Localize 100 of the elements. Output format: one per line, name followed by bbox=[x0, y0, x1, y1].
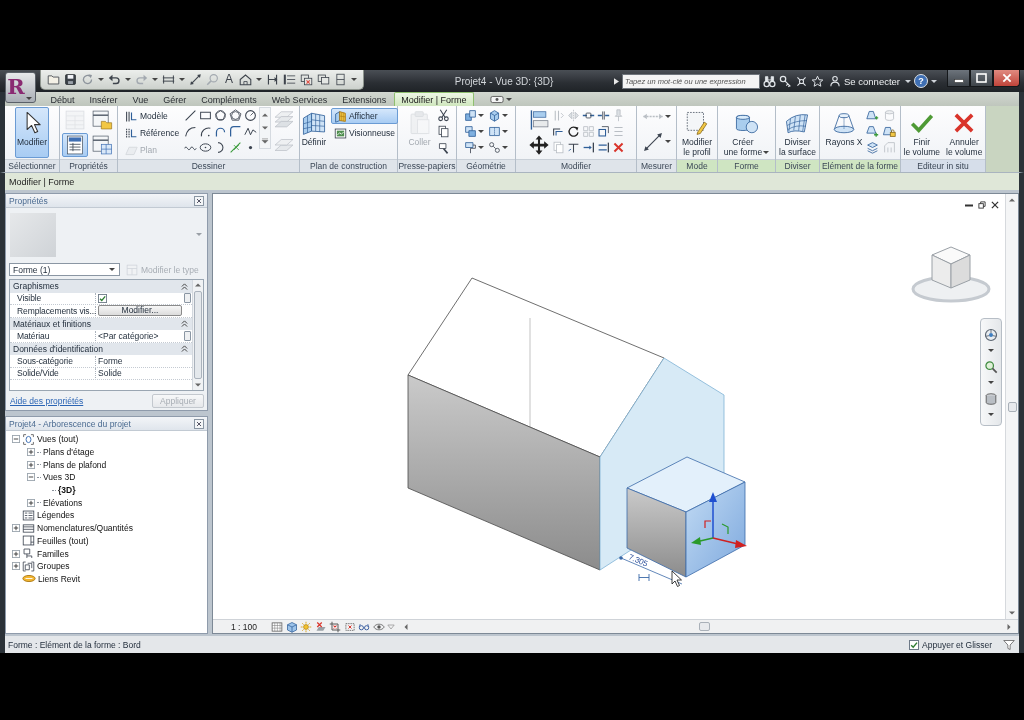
ribbon-tab[interactable]: Modifier | Forme bbox=[393, 92, 475, 106]
caret-icon[interactable] bbox=[665, 140, 671, 144]
tree-item[interactable]: Liens Revit bbox=[38, 573, 81, 584]
scissors-icon[interactable] bbox=[436, 108, 450, 122]
crossed-circle-icon[interactable] bbox=[795, 74, 808, 88]
steering-wheel-icon[interactable] bbox=[984, 327, 998, 342]
ribbon-button[interactable]: Rayons X bbox=[823, 107, 865, 158]
maximize-button[interactable] bbox=[970, 70, 993, 87]
trim-lines-icon[interactable] bbox=[596, 141, 610, 154]
ribbon-button[interactable]: Finir le volume bbox=[901, 107, 942, 158]
windows-icon[interactable] bbox=[317, 73, 330, 86]
caret-icon[interactable] bbox=[905, 79, 911, 83]
ellipse-icon[interactable] bbox=[199, 141, 213, 154]
caret-icon[interactable] bbox=[988, 349, 994, 353]
ribbon-tab[interactable]: Compléments bbox=[193, 92, 265, 106]
move-gizmo-icon[interactable] bbox=[691, 492, 747, 548]
tree-item[interactable]: Groupes bbox=[37, 561, 70, 572]
close-icon[interactable] bbox=[194, 418, 204, 429]
arc-icon[interactable] bbox=[214, 125, 228, 138]
ribbon-button[interactable]: Annuler le volume bbox=[944, 107, 985, 158]
panel-toggle-icon[interactable] bbox=[490, 94, 505, 104]
tree-item[interactable]: Plans de plafond bbox=[43, 459, 107, 470]
ribbon-button[interactable]: Visionneuse bbox=[330, 125, 399, 141]
dimension-icon[interactable] bbox=[189, 73, 202, 86]
star-icon[interactable] bbox=[811, 74, 824, 88]
layers-icon[interactable] bbox=[866, 141, 880, 154]
expand-icon[interactable] bbox=[27, 448, 35, 457]
save-icon[interactable] bbox=[64, 73, 77, 86]
ribbon-button[interactable]: Diviser la surface bbox=[777, 107, 818, 158]
scroll-thumb[interactable] bbox=[194, 291, 202, 379]
crop-region-icon[interactable] bbox=[343, 620, 356, 633]
ribbon-tab[interactable]: Extensions bbox=[334, 92, 394, 106]
zigzag-icon[interactable] bbox=[244, 125, 258, 138]
shadow-off-icon[interactable] bbox=[314, 620, 327, 633]
key-icon[interactable] bbox=[779, 74, 792, 88]
measure-icon[interactable] bbox=[162, 73, 175, 86]
browse-button[interactable] bbox=[184, 330, 191, 341]
circle-icon[interactable] bbox=[244, 109, 258, 122]
polygon-icon[interactable] bbox=[214, 109, 228, 122]
cube-icon[interactable] bbox=[488, 109, 501, 122]
scroll-down-icon[interactable] bbox=[1008, 610, 1016, 616]
caret-icon[interactable] bbox=[351, 78, 357, 81]
ribbon-button[interactable]: Modifier bbox=[14, 107, 50, 158]
expand-icon[interactable] bbox=[261, 138, 270, 144]
application-menu-button[interactable]: R bbox=[5, 72, 36, 103]
scroll-thumb[interactable] bbox=[698, 622, 710, 631]
caret-icon[interactable] bbox=[152, 78, 158, 81]
expand-icon[interactable] bbox=[12, 549, 20, 558]
minimize-button[interactable] bbox=[947, 70, 970, 87]
ribbon-tab[interactable]: Insérer bbox=[82, 92, 126, 106]
close-icon[interactable] bbox=[991, 201, 999, 209]
crop-icon[interactable] bbox=[329, 620, 341, 633]
roller-icon[interactable] bbox=[464, 141, 477, 154]
tree-item[interactable]: Plans d'étage bbox=[43, 447, 95, 458]
scroll-down-icon[interactable] bbox=[194, 382, 202, 388]
brush-icon[interactable] bbox=[436, 142, 450, 156]
arc-icon[interactable] bbox=[184, 125, 198, 138]
split-icon[interactable] bbox=[581, 109, 595, 122]
checkbox-label[interactable]: Appuyer et Glisser bbox=[922, 639, 992, 650]
tree-item[interactable]: Familles bbox=[37, 548, 69, 559]
caret-icon[interactable] bbox=[179, 78, 185, 81]
scroll-right-icon[interactable] bbox=[1006, 622, 1012, 631]
trim-icon[interactable] bbox=[566, 141, 580, 154]
scroll-up-icon[interactable] bbox=[194, 282, 202, 288]
modify-button[interactable]: Modifier... bbox=[98, 305, 182, 317]
caret-icon[interactable] bbox=[502, 130, 508, 133]
collapse-icon[interactable] bbox=[181, 345, 188, 353]
offset-icon[interactable] bbox=[551, 125, 565, 138]
type-selector[interactable]: Forme (1) bbox=[9, 263, 120, 276]
scroll-down-icon[interactable] bbox=[261, 125, 270, 131]
expand-icon[interactable] bbox=[12, 524, 20, 533]
arc-icon[interactable] bbox=[229, 125, 243, 138]
caret-icon[interactable] bbox=[506, 97, 513, 101]
folder-icon[interactable] bbox=[47, 73, 60, 86]
scroll-thumb[interactable] bbox=[1007, 401, 1017, 412]
split-window-icon[interactable] bbox=[334, 73, 347, 86]
tree-item[interactable]: Vues 3D bbox=[43, 472, 76, 483]
undo-icon[interactable] bbox=[108, 73, 121, 86]
caret-icon[interactable] bbox=[478, 114, 484, 117]
sign-in-button[interactable]: Se connecter bbox=[827, 75, 902, 87]
tree-item[interactable]: Elévations bbox=[43, 497, 83, 508]
extend-icon[interactable] bbox=[581, 141, 595, 154]
browse-button[interactable] bbox=[184, 293, 191, 304]
caret-icon[interactable] bbox=[478, 146, 484, 149]
move-icon[interactable] bbox=[527, 133, 550, 156]
ribbon-button[interactable]: Afficher bbox=[330, 108, 399, 124]
caret-icon[interactable] bbox=[502, 114, 508, 117]
ribbon-tab[interactable]: Gérer bbox=[155, 92, 194, 106]
scroll-left-icon[interactable] bbox=[403, 622, 409, 631]
scroll-up-icon[interactable] bbox=[1008, 197, 1016, 203]
dimension-icon[interactable] bbox=[642, 130, 664, 153]
line-icon[interactable] bbox=[184, 109, 198, 122]
ribbon-tab[interactable]: Vue bbox=[125, 92, 156, 106]
cone-plus-icon[interactable] bbox=[866, 125, 880, 138]
help-link[interactable]: Aide des propriétés bbox=[10, 395, 84, 406]
cylinder-icon[interactable] bbox=[984, 391, 998, 406]
binoculars-icon[interactable] bbox=[763, 74, 776, 88]
checkbox[interactable] bbox=[909, 639, 920, 650]
group-header[interactable]: Graphismes bbox=[10, 280, 192, 293]
polygon-icon[interactable] bbox=[229, 109, 243, 122]
